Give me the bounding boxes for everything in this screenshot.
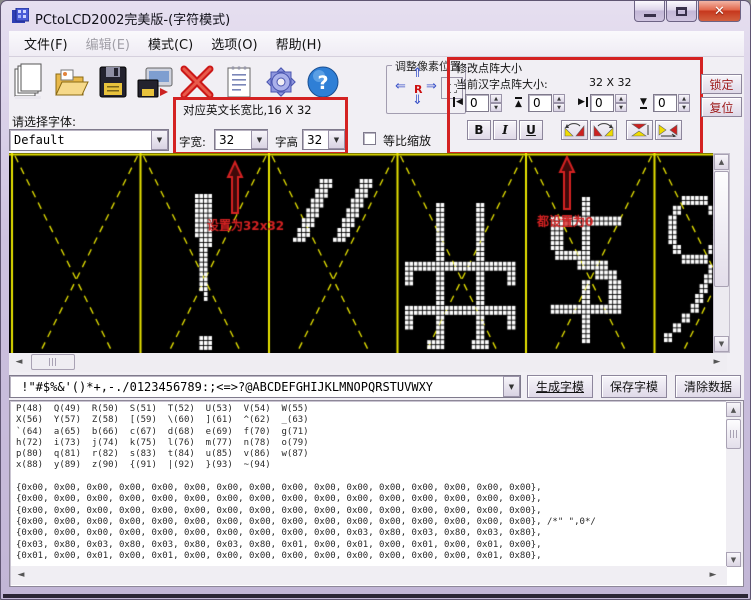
italic-button[interactable]: I (493, 120, 517, 140)
current-matrix-value: 32 X 32 (589, 76, 632, 89)
window-title: PCtoLCD2002完美版-(字符模式) (35, 9, 230, 28)
clear-data-button[interactable]: 清除数据 (675, 375, 741, 398)
app-window: PCtoLCD2002完美版-(字符模式) ✕ 文件(F) 编辑(E) 模式(C… (0, 0, 751, 600)
menu-file[interactable]: 文件(F) (15, 30, 77, 57)
notepad-icon (224, 64, 254, 100)
font-data-output[interactable]: P(48) Q(49) R(50) S(51) T(52) U(53) V(54… (9, 400, 744, 587)
save-as-button[interactable] (135, 61, 175, 103)
move-left-icon[interactable]: ⇐ (395, 81, 406, 93)
minimize-icon (644, 14, 656, 17)
scroll-right-icon[interactable]: ► (709, 354, 725, 370)
open-folder-icon (53, 64, 89, 100)
rotate-left-button[interactable] (561, 120, 588, 140)
font-combo-arrow-icon[interactable]: ▼ (151, 130, 168, 150)
scroll-down-icon[interactable]: ▼ (714, 336, 729, 352)
save-button[interactable] (93, 61, 133, 103)
flip-vertical-icon (629, 123, 650, 137)
save-floppy-icon (97, 65, 129, 99)
preview-hscrollbar[interactable]: ◄ ► (9, 353, 727, 372)
font-select-combo[interactable]: Default (9, 129, 169, 151)
char-preview-canvas[interactable] (9, 153, 713, 353)
move-down-icon[interactable]: ⇓ (412, 95, 423, 107)
close-button[interactable]: ✕ (698, 1, 741, 22)
thumb-grip (727, 420, 740, 448)
save-font-button[interactable]: 保存字模 (601, 375, 667, 398)
bold-button[interactable]: B (467, 120, 491, 140)
underline-button[interactable]: U (519, 120, 543, 140)
trim-top-field[interactable]: 0 (528, 94, 552, 112)
preview-hscroll-thumb[interactable] (31, 354, 75, 370)
output-scroll-up-icon[interactable]: ▲ (726, 402, 741, 417)
char-width-label: 字宽: (179, 134, 206, 150)
trim-right-icon: ▶ (578, 97, 588, 107)
trim-bottom-icon: ▼ (640, 97, 647, 109)
scroll-left-icon[interactable]: ◄ (11, 354, 27, 370)
move-up-icon[interactable]: ⇑ (412, 68, 423, 80)
scroll-up-icon[interactable]: ▲ (714, 154, 729, 170)
output-hscrollbar[interactable]: ◄ ► (11, 566, 727, 585)
rotate-right-button[interactable] (590, 120, 617, 140)
output-scroll-right-icon[interactable]: ► (705, 567, 721, 583)
app-icon (12, 8, 29, 25)
title-bar[interactable]: PCtoLCD2002完美版-(字符模式) ✕ (1, 1, 750, 31)
rotate-right-icon (593, 123, 614, 137)
trim-left-icon: ◀ (453, 97, 463, 107)
maximize-icon (676, 7, 687, 16)
modify-matrix-label: 修改点阵大小 (456, 60, 522, 76)
ratio-info-label: 对应英文长宽比,16 X 32 (183, 102, 312, 118)
preview-vscroll-thumb[interactable] (714, 171, 729, 287)
trim-right-spinner[interactable]: ▲▼ (615, 94, 627, 112)
font-data-text: P(48) Q(49) R(50) S(51) T(52) U(53) V(54… (16, 404, 596, 562)
gear-icon (263, 64, 299, 100)
menu-edit: 编辑(E) (77, 30, 139, 57)
trim-left-spinner[interactable]: ▲▼ (490, 94, 502, 112)
trim-left-field[interactable]: 0 (465, 94, 489, 112)
menu-mode[interactable]: 模式(C) (139, 30, 202, 57)
menu-bar: 文件(F) 编辑(E) 模式(C) 选项(O) 帮助(H) (9, 31, 744, 57)
char-height-combo-arrow-icon[interactable]: ▼ (328, 130, 345, 149)
font-select-label: 请选择字体: (12, 113, 76, 130)
open-file-button[interactable] (51, 61, 91, 103)
minimize-button[interactable] (634, 1, 665, 22)
delete-x-icon (179, 65, 215, 99)
scale-checkbox[interactable] (363, 132, 376, 145)
output-scroll-left-icon[interactable]: ◄ (13, 567, 29, 583)
trim-top-spinner[interactable]: ▲▼ (553, 94, 565, 112)
output-vscroll-thumb[interactable] (726, 419, 741, 449)
menu-help[interactable]: 帮助(H) (267, 30, 331, 57)
menu-options[interactable]: 选项(O) (202, 30, 266, 57)
current-matrix-label: 当前汉字点阵大小: (456, 76, 548, 92)
new-file-icon (12, 63, 46, 101)
help-icon: ? (306, 65, 340, 99)
svg-text:?: ? (317, 72, 328, 94)
trim-bottom-spinner[interactable]: ▲▼ (678, 94, 690, 112)
reset-button[interactable]: 复位 (701, 97, 742, 117)
output-scroll-down-icon[interactable]: ▼ (726, 552, 741, 567)
window-bottom-edge (3, 594, 748, 598)
flip-vertical-button[interactable] (626, 120, 653, 140)
scale-checkbox-label: 等比缩放 (383, 132, 431, 149)
charset-combo-arrow-icon[interactable]: ▼ (503, 376, 520, 397)
trim-right-field[interactable]: 0 (590, 94, 614, 112)
generate-font-button[interactable]: 生成字模 (527, 375, 593, 398)
save-as-icon (136, 64, 174, 100)
preview-vscrollbar[interactable]: ▲ ▼ (713, 153, 730, 353)
flip-horizontal-icon (658, 123, 679, 137)
maximize-button[interactable] (666, 1, 697, 22)
char-width-combo-arrow-icon[interactable]: ▼ (251, 130, 268, 149)
flip-horizontal-button[interactable] (655, 120, 682, 140)
rotate-left-icon (564, 123, 585, 137)
output-vscrollbar[interactable]: ▲ ▼ (726, 401, 743, 567)
char-height-label: 字高 (275, 134, 298, 150)
new-file-button[interactable] (9, 61, 49, 103)
charset-field[interactable]: !"#$%&'()*+,-./0123456789:;<=>?@ABCDEFGH… (9, 375, 521, 398)
lock-button[interactable]: 锁定 (701, 74, 742, 94)
move-right-icon[interactable]: ⇒ (426, 81, 437, 93)
trim-bottom-field[interactable]: 0 (653, 94, 677, 112)
close-icon: ✕ (714, 4, 725, 19)
trim-top-icon: ▲ (515, 97, 522, 109)
